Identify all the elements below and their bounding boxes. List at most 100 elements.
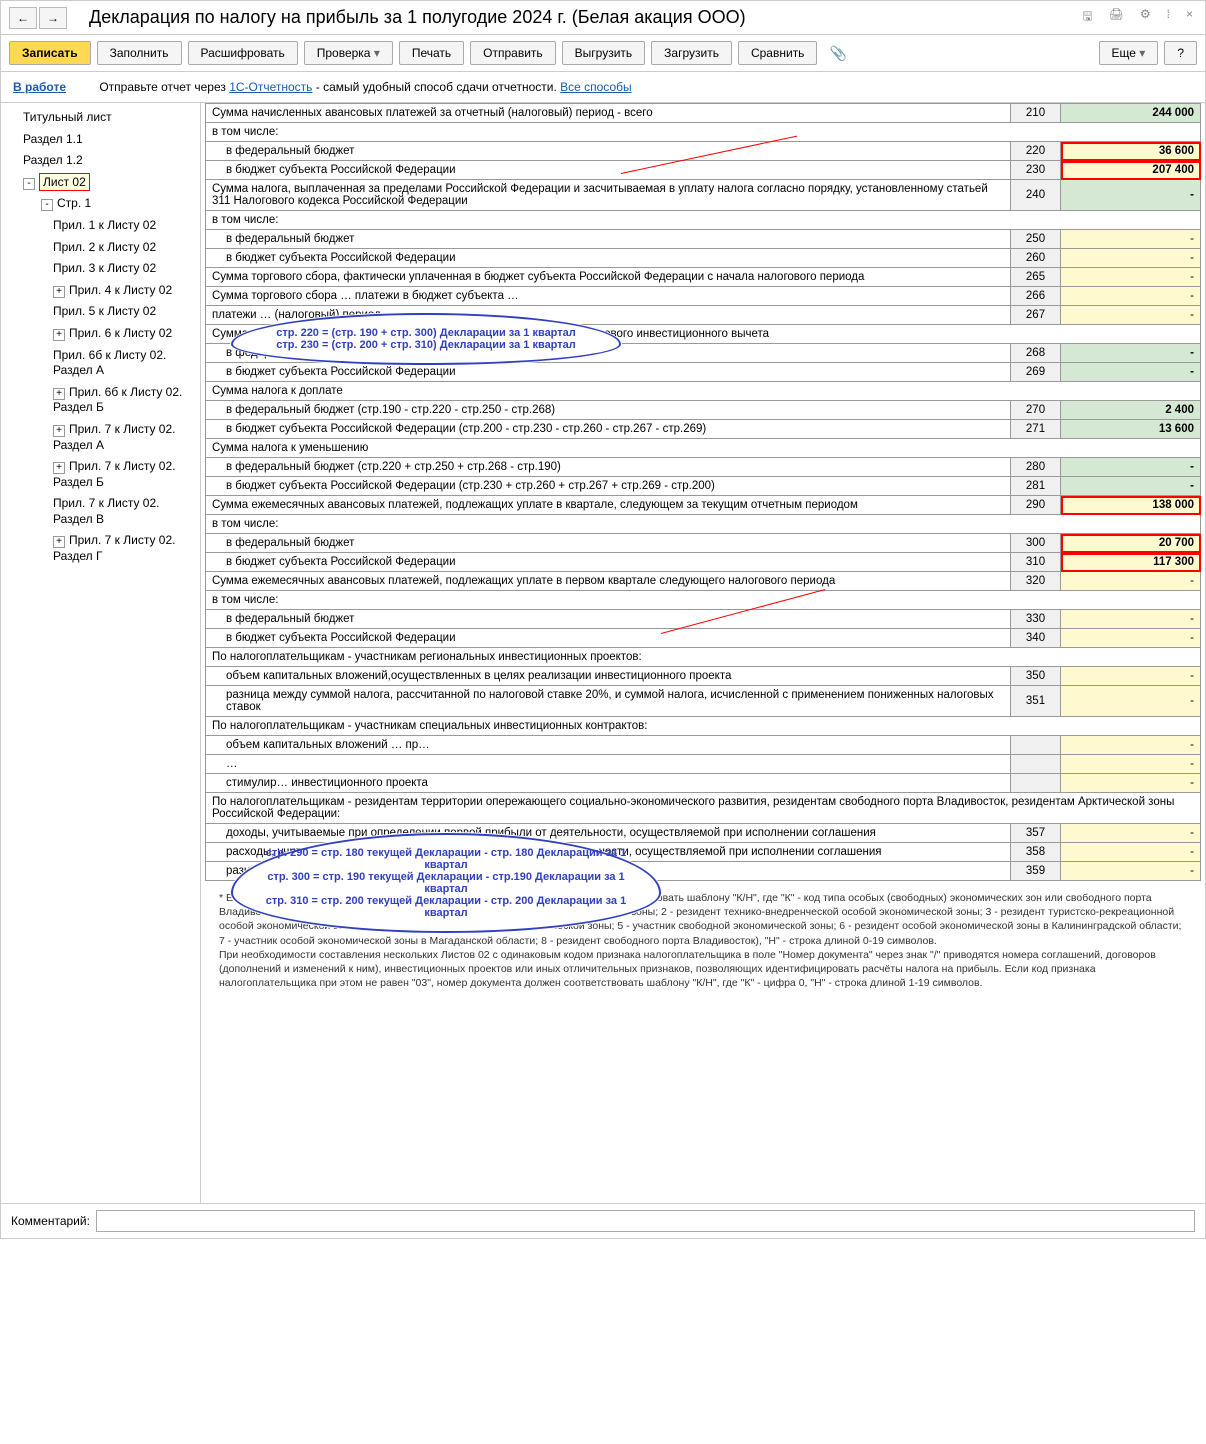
value-cell[interactable]: - <box>1061 843 1201 862</box>
attach-icon[interactable]: 📎 <box>823 43 852 64</box>
tree-toggle-icon[interactable]: - <box>23 178 35 190</box>
desc-cell: в федеральный бюджет <box>206 230 1011 249</box>
value-cell[interactable]: - <box>1061 862 1201 881</box>
code-cell: 268 <box>1011 344 1061 363</box>
tree-toggle-icon[interactable]: + <box>53 425 65 437</box>
value-cell[interactable]: 117 300 <box>1061 553 1201 572</box>
tree-label: Раздел 1.1 <box>23 132 83 146</box>
value-cell[interactable]: - <box>1061 230 1201 249</box>
table-row: в федеральный бюджет330- <box>206 610 1201 629</box>
desc-cell: разница между суммой налога, рассчитанно… <box>206 686 1011 717</box>
tree-item-13[interactable]: +Прил. 7 к Листу 02. Раздел А <box>1 419 200 456</box>
tree-label: Прил. 7 к Листу 02. Раздел Г <box>53 533 176 563</box>
value-cell[interactable]: - <box>1061 180 1201 211</box>
tree-item-9[interactable]: Прил. 5 к Листу 02 <box>1 301 200 323</box>
link-all-methods[interactable]: Все способы <box>560 80 632 94</box>
tree-item-1[interactable]: Раздел 1.1 <box>1 129 200 151</box>
upload-button[interactable]: Выгрузить <box>562 41 646 65</box>
record-button[interactable]: Записать <box>9 41 91 65</box>
nav-forward-button[interactable]: → <box>39 7 67 29</box>
value-cell[interactable]: 36 600 <box>1061 142 1201 161</box>
tree-item-10[interactable]: +Прил. 6 к Листу 02 <box>1 323 200 345</box>
tree-toggle-icon[interactable]: + <box>53 536 65 548</box>
tree-toggle-icon[interactable]: - <box>41 199 53 211</box>
expand-icon[interactable]: ⁞ <box>1163 5 1174 30</box>
value-cell[interactable]: - <box>1061 736 1201 755</box>
value-cell[interactable]: 207 400 <box>1061 161 1201 180</box>
tree-item-14[interactable]: +Прил. 7 к Листу 02. Раздел Б <box>1 456 200 493</box>
value-cell[interactable]: 20 700 <box>1061 534 1201 553</box>
help-button[interactable]: ? <box>1164 41 1197 65</box>
print-icon[interactable]: 🖨 <box>1105 5 1128 30</box>
tree-label: Прил. 1 к Листу 02 <box>53 218 156 232</box>
print-button[interactable]: Печать <box>399 41 464 65</box>
value-cell[interactable]: - <box>1061 686 1201 717</box>
section-cell: По налогоплательщикам - участникам регио… <box>206 648 1201 667</box>
tree-item-0[interactable]: Титульный лист <box>1 107 200 129</box>
settings-icon[interactable]: ⚙ <box>1136 5 1155 30</box>
tree-toggle-icon[interactable]: + <box>53 462 65 474</box>
desc-cell: в федеральный бюджет <box>206 142 1011 161</box>
comment-label: Комментарий: <box>11 1214 90 1228</box>
tree-item-8[interactable]: +Прил. 4 к Листу 02 <box>1 280 200 302</box>
table-row: По налогоплательщикам - участникам специ… <box>206 717 1201 736</box>
tree-item-6[interactable]: Прил. 2 к Листу 02 <box>1 237 200 259</box>
value-cell[interactable]: 2 400 <box>1061 401 1201 420</box>
tree-item-11[interactable]: Прил. 6б к Листу 02. Раздел А <box>1 345 200 382</box>
value-cell[interactable]: - <box>1061 287 1201 306</box>
tree-item-7[interactable]: Прил. 3 к Листу 02 <box>1 258 200 280</box>
code-cell: 240 <box>1011 180 1061 211</box>
value-cell[interactable]: - <box>1061 249 1201 268</box>
tree-toggle-icon[interactable]: + <box>53 329 65 341</box>
value-cell[interactable]: - <box>1061 363 1201 382</box>
tree-item-5[interactable]: Прил. 1 к Листу 02 <box>1 215 200 237</box>
send-button[interactable]: Отправить <box>470 41 556 65</box>
desc-cell: Сумма ежемесячных авансовых платежей, по… <box>206 496 1011 515</box>
value-cell[interactable]: - <box>1061 610 1201 629</box>
page-title: Декларация по налогу на прибыль за 1 пол… <box>89 7 1078 28</box>
fill-button[interactable]: Заполнить <box>97 41 182 65</box>
value-cell[interactable]: 13 600 <box>1061 420 1201 439</box>
tree-item-3[interactable]: -Лист 02 <box>1 172 200 194</box>
comment-input[interactable] <box>96 1210 1195 1232</box>
table-row: в том числе: <box>206 211 1201 230</box>
code-cell: 351 <box>1011 686 1061 717</box>
value-cell[interactable]: - <box>1061 755 1201 774</box>
code-cell <box>1011 736 1061 755</box>
value-cell[interactable]: - <box>1061 306 1201 325</box>
value-cell[interactable]: - <box>1061 477 1201 496</box>
value-cell[interactable]: - <box>1061 774 1201 793</box>
tree-toggle-icon[interactable]: + <box>53 388 65 400</box>
value-cell[interactable]: - <box>1061 572 1201 591</box>
value-cell[interactable]: - <box>1061 268 1201 287</box>
compare-button[interactable]: Сравнить <box>738 41 817 65</box>
desc-cell: в бюджет субъекта Российской Федерации <box>206 629 1011 648</box>
tree-item-4[interactable]: -Стр. 1 <box>1 193 200 215</box>
value-cell[interactable]: - <box>1061 824 1201 843</box>
value-cell[interactable]: 244 000 <box>1061 104 1201 123</box>
decode-button[interactable]: Расшифровать <box>188 41 298 65</box>
value-cell[interactable]: 138 000 <box>1061 496 1201 515</box>
tree-item-15[interactable]: Прил. 7 к Листу 02. Раздел В <box>1 493 200 530</box>
code-cell: 210 <box>1011 104 1061 123</box>
value-cell[interactable]: - <box>1061 344 1201 363</box>
tree-label: Прил. 7 к Листу 02. Раздел А <box>53 422 176 452</box>
save-icon[interactable]: 🖫 <box>1078 5 1096 30</box>
tree-label: Прил. 5 к Листу 02 <box>53 304 156 318</box>
code-cell: 280 <box>1011 458 1061 477</box>
value-cell[interactable]: - <box>1061 667 1201 686</box>
link-1c-report[interactable]: 1С-Отчетность <box>229 80 312 94</box>
value-cell[interactable]: - <box>1061 629 1201 648</box>
download-button[interactable]: Загрузить <box>651 41 732 65</box>
nav-back-button[interactable]: ← <box>9 7 37 29</box>
status-link[interactable]: В работе <box>13 80 66 94</box>
more-button[interactable]: Еще <box>1099 41 1159 65</box>
tree-item-16[interactable]: +Прил. 7 к Листу 02. Раздел Г <box>1 530 200 567</box>
check-button[interactable]: Проверка <box>304 41 393 65</box>
tree-item-12[interactable]: +Прил. 6б к Листу 02. Раздел Б <box>1 382 200 419</box>
tree-item-2[interactable]: Раздел 1.2 <box>1 150 200 172</box>
tree-toggle-icon[interactable]: + <box>53 286 65 298</box>
value-cell[interactable]: - <box>1061 458 1201 477</box>
close-icon[interactable]: × <box>1182 5 1197 30</box>
code-cell: 260 <box>1011 249 1061 268</box>
